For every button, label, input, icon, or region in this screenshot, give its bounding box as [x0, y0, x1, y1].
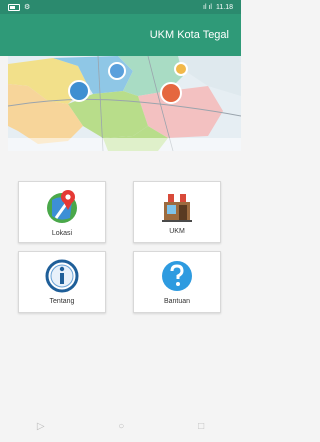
system-nav-bar: ▷ ○ □ — [0, 411, 241, 442]
menu-bantuan-label: Bantuan — [163, 298, 191, 305]
help-icon — [162, 261, 192, 291]
back-nav-icon[interactable]: ▷ — [37, 421, 45, 432]
map-marker-small-icon — [174, 62, 188, 76]
menu-ukm-label: UKM — [169, 228, 185, 235]
app-bar: UKM Kota Tegal — [0, 14, 241, 56]
status-left: ⚙ — [8, 3, 30, 11]
signal-icon: ıl ıl — [203, 3, 212, 11]
menu-grid: Lokasi UKM Tentang Bantuan — [0, 151, 241, 411]
map-marker-bag-icon — [108, 62, 126, 80]
menu-tentang-button[interactable]: Tentang — [18, 251, 106, 313]
info-icon — [45, 259, 79, 293]
menu-ukm-button[interactable]: UKM — [133, 181, 221, 243]
home-nav-icon[interactable]: ○ — [118, 421, 124, 432]
shop-icon — [162, 194, 192, 222]
city-map-banner — [8, 56, 241, 151]
menu-tentang-label: Tentang — [49, 298, 75, 305]
app-title: UKM Kota Tegal — [149, 29, 229, 41]
menu-lokasi-button[interactable]: Lokasi — [18, 181, 106, 243]
map-marker-shop-icon — [68, 80, 90, 102]
status-right: ıl ıl 11.18 — [203, 4, 233, 11]
status-time: 11.18 — [216, 3, 233, 11]
settings-status-icon: ⚙ — [24, 4, 31, 11]
map-marker-cart-icon — [160, 82, 182, 104]
battery-icon — [8, 3, 20, 11]
menu-lokasi-label: Lokasi — [51, 230, 73, 237]
recents-nav-icon[interactable]: □ — [198, 421, 204, 432]
menu-bantuan-button[interactable]: Bantuan — [133, 251, 221, 313]
location-map-icon — [47, 190, 77, 223]
status-bar: ⚙ ıl ıl 11.18 — [0, 0, 241, 14]
